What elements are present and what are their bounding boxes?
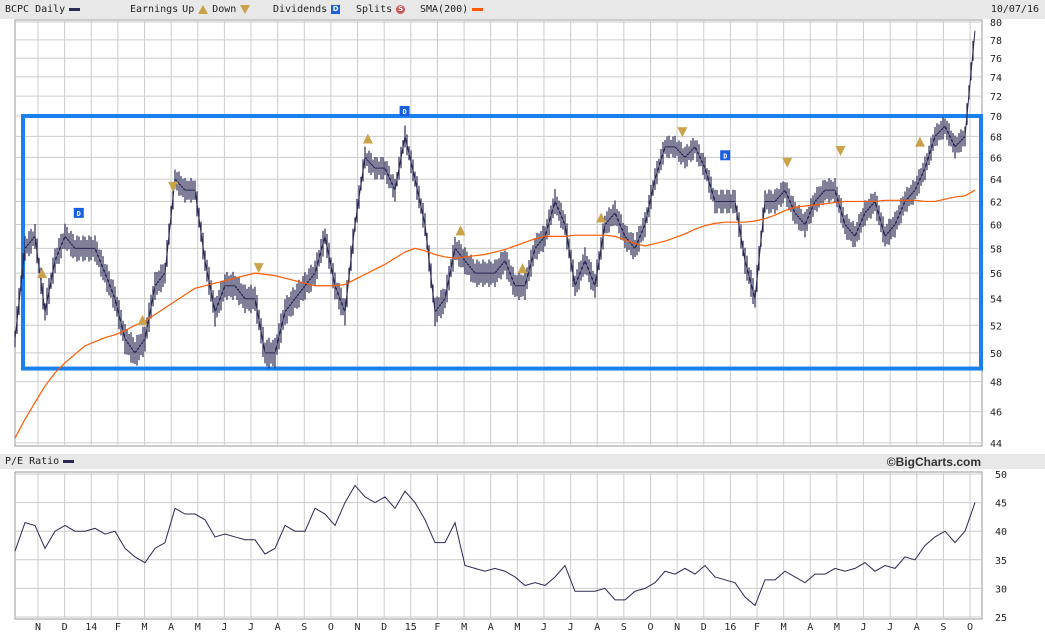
x-tick-label: A <box>914 622 920 633</box>
x-tick-label: D <box>62 622 68 633</box>
x-tick-label: J <box>861 622 867 633</box>
x-tick-label: M <box>142 622 148 633</box>
x-tick-label: N <box>35 622 41 633</box>
x-tick-label: N <box>674 622 680 633</box>
price-y-tick-label: 58 <box>990 244 1002 255</box>
x-tick-label: M <box>195 622 201 633</box>
x-tick-label: O <box>647 622 653 633</box>
pe-y-tick-label: 50 <box>995 470 1007 481</box>
price-y-tick-label: 72 <box>990 92 1002 103</box>
x-tick-label: 15 <box>405 622 417 633</box>
price-y-tick-label: 70 <box>990 112 1002 123</box>
dividend-marker-label: D <box>723 152 727 160</box>
x-tick-label: M <box>834 622 840 633</box>
x-tick-label: J <box>221 622 227 633</box>
price-y-tick-label: 54 <box>990 295 1002 306</box>
pe-y-tick-label: 30 <box>995 584 1007 595</box>
price-y-tick-label: 60 <box>990 221 1002 232</box>
x-tick-label: M <box>514 622 520 633</box>
pe-y-tick-label: 25 <box>995 613 1007 624</box>
chart-canvas: N D 14 F M A M J J A S O N D 15 F M A M J J A S O N D 16 F M A M J J A S O 4… <box>14 18 1007 633</box>
price-y-tick-label: 68 <box>990 132 1002 143</box>
price-y-tick-label: 52 <box>990 321 1002 332</box>
price-y-tick-label: 50 <box>990 349 1002 360</box>
x-tick-label: S <box>621 622 627 633</box>
dividend-marker-label: D <box>402 108 406 116</box>
price-y-tick-label: 46 <box>990 408 1002 419</box>
x-tick-label: O <box>328 622 334 633</box>
price-y-tick-label: 56 <box>990 269 1002 280</box>
x-tick-label: A <box>594 622 600 633</box>
bigcharts-chart: BCPC Daily Earnings Up Down Dividends D … <box>0 0 1045 635</box>
x-tick-label: A <box>807 622 813 633</box>
dividend-marker-label: D <box>77 210 81 218</box>
pe-y-tick-label: 40 <box>995 527 1007 538</box>
x-tick-label: F <box>434 622 440 633</box>
x-tick-label: M <box>781 622 787 633</box>
price-y-tick-label: 44 <box>990 439 1002 450</box>
x-tick-label: N <box>355 622 361 633</box>
x-tick-label: S <box>301 622 307 633</box>
price-y-tick-label: 66 <box>990 153 1002 164</box>
x-tick-label: J <box>248 622 254 633</box>
x-tick-label: 16 <box>724 622 736 633</box>
price-y-tick-label: 78 <box>990 36 1002 47</box>
pe-y-tick-label: 35 <box>995 556 1007 567</box>
x-tick-label: O <box>967 622 973 633</box>
x-tick-label: D <box>701 622 707 633</box>
x-tick-label: J <box>887 622 893 633</box>
x-tick-label: A <box>488 622 494 633</box>
x-tick-label: 14 <box>85 622 97 633</box>
x-tick-label: A <box>275 622 281 633</box>
price-y-tick-label: 74 <box>990 73 1002 84</box>
x-tick-label: F <box>754 622 760 633</box>
pe-y-tick-label: 45 <box>995 499 1007 510</box>
price-y-tick-label: 64 <box>990 175 1002 186</box>
price-y-tick-label: 80 <box>990 18 1002 29</box>
price-y-tick-label: 76 <box>990 54 1002 65</box>
x-tick-label: M <box>461 622 467 633</box>
x-tick-label: D <box>381 622 387 633</box>
price-y-tick-label: 62 <box>990 197 1002 208</box>
x-tick-label: J <box>541 622 547 633</box>
x-tick-label: J <box>568 622 574 633</box>
x-tick-label: S <box>940 622 946 633</box>
price-y-tick-label: 48 <box>990 378 1002 389</box>
x-tick-label: A <box>168 622 174 633</box>
x-tick-label: F <box>115 622 121 633</box>
